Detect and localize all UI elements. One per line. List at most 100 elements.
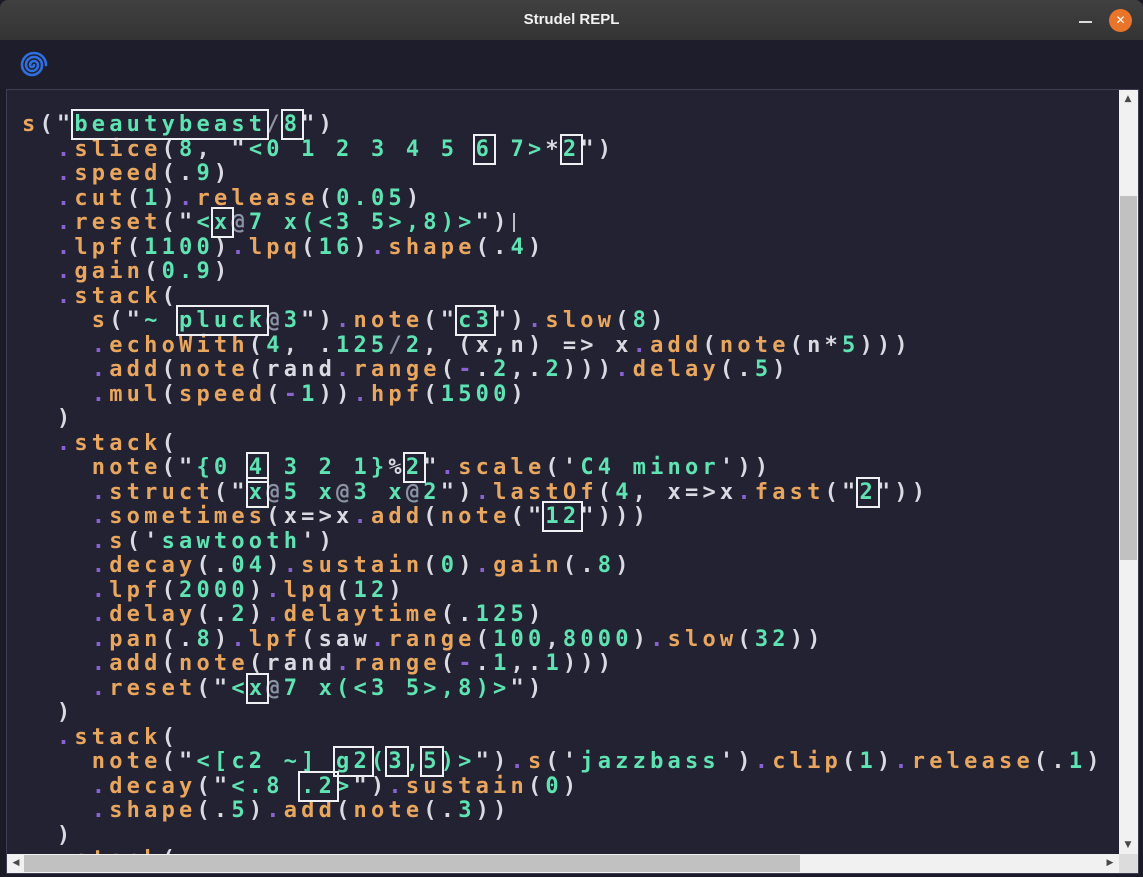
code-token: ( — [737, 627, 754, 652]
code-line: s("beautybeast/8") — [22, 113, 1119, 138]
code-token: . — [92, 798, 109, 823]
code-token: stack — [74, 431, 161, 456]
code-token: . — [92, 774, 109, 799]
code-token: range — [354, 651, 441, 676]
code-token: . — [336, 651, 353, 676]
scroll-up-icon[interactable]: ▲ — [1120, 91, 1136, 107]
code-token: . — [336, 308, 353, 333]
code-token: fast — [755, 480, 825, 505]
titlebar[interactable]: Strudel REPL ✕ — [0, 0, 1143, 41]
code-token: . — [92, 357, 109, 382]
code-token: (' — [545, 749, 580, 774]
code-token: (" — [825, 480, 860, 505]
code-token: ( — [162, 847, 179, 854]
code-token: ( — [441, 357, 458, 382]
horizontal-scrollbar[interactable]: ◀ ▶ — [7, 854, 1119, 873]
code-token: , " — [196, 137, 248, 162]
code-token: ) — [214, 627, 231, 652]
code-token: ( — [127, 235, 144, 260]
code-token: lastOf — [493, 480, 598, 505]
code-token: clip — [772, 749, 842, 774]
code-line: .reset("<x@7 x(<3 5>,8)>") — [22, 211, 1119, 236]
code-token: * — [545, 137, 562, 162]
code-token: add — [284, 798, 336, 823]
code-token: > — [336, 774, 353, 799]
code-token: . — [92, 504, 109, 529]
code-token: , . — [284, 333, 336, 358]
code-token: reset — [74, 210, 161, 235]
code-token: stack — [74, 847, 161, 854]
code-line: .slice(8, "<0 1 2 3 4 5 6 7>*2") — [22, 138, 1119, 163]
code-line: note("<[c2 ~] g2(3,5)>").s('jazzbass').c… — [22, 750, 1119, 775]
code-token: @ — [266, 480, 283, 505]
active-event-highlight: x — [249, 676, 266, 701]
code-token: 7> — [493, 137, 545, 162]
code-token: delay — [109, 602, 196, 627]
code-token: 9 — [196, 161, 213, 186]
code-token: s — [109, 529, 126, 554]
code-line: .delay(.2).delaytime(.125) — [22, 603, 1119, 628]
code-token: )) — [319, 382, 354, 407]
code-token: (" — [196, 774, 231, 799]
code-token: . — [92, 333, 109, 358]
code-token: ( — [423, 553, 440, 578]
active-event-highlight: pluck — [179, 308, 266, 333]
code-token: (n* — [790, 333, 842, 358]
code-token: . — [894, 749, 911, 774]
code-token: release — [912, 749, 1034, 774]
code-token: @ — [231, 210, 248, 235]
code-token: 2 — [493, 357, 510, 382]
scroll-down-icon[interactable]: ▼ — [1120, 837, 1136, 853]
code-token: )) — [790, 627, 825, 652]
code-token: ( — [162, 431, 179, 456]
code-token: 5 — [842, 333, 859, 358]
code-token: ) — [563, 774, 580, 799]
code-token: range — [354, 357, 441, 382]
strudel-logo-icon[interactable] — [20, 51, 48, 79]
code-token: 125 — [476, 602, 528, 627]
code-token: ')) — [720, 455, 772, 480]
code-token: ) — [388, 578, 405, 603]
code-token: . — [633, 333, 650, 358]
code-token: delay — [633, 357, 720, 382]
code-token: 100 — [493, 627, 545, 652]
active-event-highlight: x — [249, 480, 266, 505]
code-token: ") — [476, 749, 511, 774]
code-token: @ — [406, 480, 423, 505]
code-token: 4 — [266, 333, 283, 358]
vertical-scrollbar[interactable]: ▲ ▼ — [1119, 90, 1138, 854]
code-line: .reset("<x@7 x(<3 5>,8)>") — [22, 677, 1119, 702]
code-token: - — [458, 357, 475, 382]
code-token: ) — [458, 553, 475, 578]
code-token: "))) — [580, 504, 650, 529]
code-token: s — [528, 749, 545, 774]
scroll-right-icon[interactable]: ▶ — [1102, 855, 1118, 871]
code-token: decay — [109, 553, 196, 578]
code-token: 5 — [231, 798, 248, 823]
minimize-button[interactable] — [1075, 0, 1097, 40]
code-lines[interactable]: s("beautybeast/8") .slice(8, "<0 1 2 3 4… — [7, 90, 1119, 854]
code-token: scale — [458, 455, 545, 480]
code-token: lpf — [109, 578, 161, 603]
code-editor[interactable]: s("beautybeast/8") .slice(8, "<0 1 2 3 4… — [6, 89, 1139, 874]
code-token: ( — [441, 651, 458, 676]
code-token: . — [57, 235, 74, 260]
vertical-scrollbar-thumb[interactable] — [1120, 196, 1137, 560]
code-token: sawtooth — [162, 529, 302, 554]
code-token: . — [57, 137, 74, 162]
code-token: ) — [877, 749, 894, 774]
code-token: ( — [528, 774, 545, 799]
code-token: ))) — [563, 357, 615, 382]
close-button[interactable]: ✕ — [1109, 9, 1132, 32]
code-token: . — [354, 382, 371, 407]
code-token: , — [406, 749, 423, 774]
scroll-left-icon[interactable]: ◀ — [8, 855, 24, 871]
active-event-highlight: .2 — [301, 774, 336, 799]
code-line: .shape(.5).add(note(.3)) — [22, 799, 1119, 824]
code-line: note("{0 4 3 2 1}%2".scale('C4 minor')) — [22, 456, 1119, 481]
code-token: ( — [423, 504, 440, 529]
code-token: 16 — [319, 235, 354, 260]
code-token: % — [388, 455, 405, 480]
horizontal-scrollbar-thumb[interactable] — [24, 855, 800, 872]
code-token: ( — [301, 235, 318, 260]
